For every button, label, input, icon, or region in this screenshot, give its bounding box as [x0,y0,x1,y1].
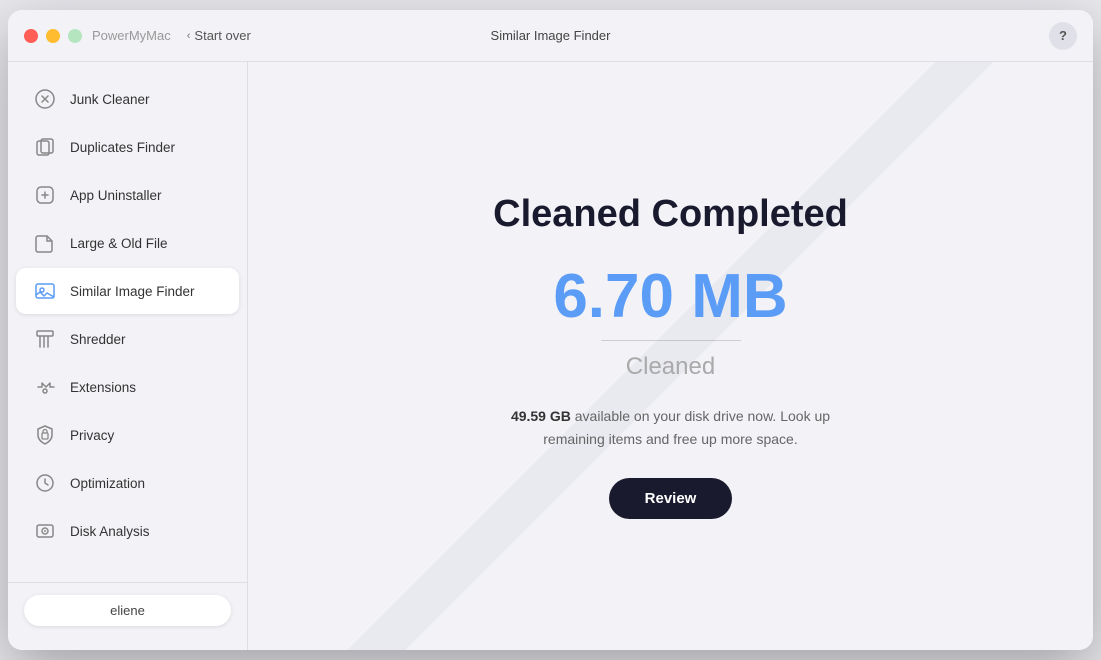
cleaned-label: Cleaned [626,353,715,381]
sidebar-item-junk-cleaner[interactable]: Junk Cleaner [16,76,239,122]
cleaned-amount: 6.70 MB [553,266,787,328]
junk-cleaner-label: Junk Cleaner [70,92,150,107]
sidebar-item-similar-image-finder[interactable]: Similar Image Finder [16,268,239,314]
duplicates-finder-label: Duplicates Finder [70,140,175,155]
privacy-label: Privacy [70,428,114,443]
sidebar-items: Junk Cleaner Duplicates Finder [8,74,247,582]
app-name: PowerMyMac [92,28,171,43]
junk-cleaner-icon [32,86,58,112]
window-title: Similar Image Finder [491,28,611,43]
similar-image-finder-icon [32,278,58,304]
divider-line [601,340,741,341]
start-over-button[interactable]: ‹ Start over [187,28,251,43]
user-pill[interactable]: eliene [24,595,231,626]
sidebar: Junk Cleaner Duplicates Finder [8,62,248,650]
sidebar-item-extensions[interactable]: Extensions [16,364,239,410]
extensions-label: Extensions [70,380,136,395]
extensions-icon [32,374,58,400]
duplicates-finder-icon [32,134,58,160]
sidebar-item-privacy[interactable]: Privacy [16,412,239,458]
sidebar-item-large-old-file[interactable]: Large & Old File [16,220,239,266]
available-gb: 49.59 GB [511,408,571,424]
sidebar-item-optimization[interactable]: Optimization [16,460,239,506]
large-old-file-icon [32,230,58,256]
similar-image-finder-label: Similar Image Finder [70,284,195,299]
optimization-icon [32,470,58,496]
shredder-label: Shredder [70,332,126,347]
title-bar: PowerMyMac ‹ Start over Similar Image Fi… [8,10,1093,62]
app-window: PowerMyMac ‹ Start over Similar Image Fi… [8,10,1093,650]
app-uninstaller-icon [32,182,58,208]
available-info: 49.59 GB available on your disk drive no… [511,405,831,450]
chevron-left-icon: ‹ [187,30,191,42]
available-text: available on your disk drive now. Look u… [543,408,830,446]
sidebar-item-disk-analysis[interactable]: Disk Analysis [16,508,239,554]
close-button[interactable] [24,29,38,43]
sidebar-item-shredder[interactable]: Shredder [16,316,239,362]
optimization-label: Optimization [70,476,145,491]
maximize-button[interactable] [68,29,82,43]
result-heading: Cleaned Completed [493,193,848,236]
disk-analysis-label: Disk Analysis [70,524,150,539]
sidebar-item-app-uninstaller[interactable]: App Uninstaller [16,172,239,218]
shredder-icon [32,326,58,352]
privacy-icon [32,422,58,448]
disk-analysis-icon [32,518,58,544]
content-panel: Cleaned Completed 6.70 MB Cleaned 49.59 … [248,62,1093,650]
sidebar-footer: eliene [8,582,247,638]
app-uninstaller-label: App Uninstaller [70,188,162,203]
large-old-file-label: Large & Old File [70,236,168,251]
traffic-lights [24,29,82,43]
review-button[interactable]: Review [609,478,733,519]
help-button[interactable]: ? [1049,22,1077,50]
sidebar-item-duplicates-finder[interactable]: Duplicates Finder [16,124,239,170]
minimize-button[interactable] [46,29,60,43]
main-content: Junk Cleaner Duplicates Finder [8,62,1093,650]
